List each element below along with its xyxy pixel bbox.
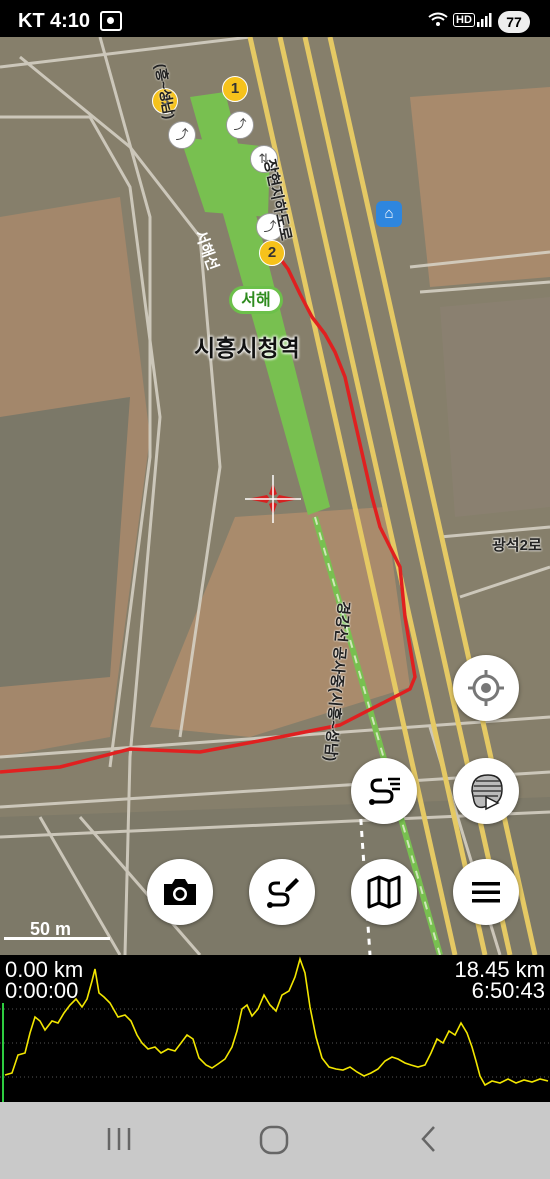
field-top-right (410, 87, 550, 287)
system-nav-bar (0, 1102, 550, 1179)
map-icon (367, 875, 401, 909)
crosshair-icon (468, 670, 504, 706)
camera-button[interactable] (147, 859, 213, 925)
exit-badge-1[interactable]: 1 (222, 76, 248, 102)
menu-icon (472, 882, 500, 903)
end-time: 6:50:43 (471, 978, 545, 1003)
route-list-icon (369, 777, 400, 805)
network-badge: HD (453, 13, 475, 27)
scale-bar: 50 m (4, 919, 112, 940)
elevation-profile[interactable]: 0.00 km 0:00:00 18.45 km 6:50:43 (0, 955, 550, 1102)
clock: 4:10 (50, 10, 91, 32)
menu-button[interactable] (453, 859, 519, 925)
bus-stop-icon[interactable]: ⌂ (376, 201, 402, 227)
map-view[interactable]: ⤴ ⤴ ⇅ ⤴ 1 2 3 ⌂ (흥~성남) 장현지하도로 서해선 서해 시흥시… (0, 37, 550, 955)
back-icon[interactable] (410, 1120, 450, 1160)
layers-button[interactable] (453, 758, 519, 824)
start-time: 0:00:00 (5, 978, 79, 1003)
wifi-icon (428, 12, 448, 33)
escalator-icon[interactable]: ⤴ (226, 111, 254, 139)
home-icon[interactable] (254, 1120, 294, 1160)
carrier-label: KT (18, 10, 45, 32)
scale-line (4, 937, 110, 940)
parking-lot (0, 397, 130, 687)
station-name[interactable]: 시흥시청역 (194, 329, 300, 363)
camera-icon (164, 879, 196, 905)
recent-apps-icon[interactable] (100, 1120, 140, 1160)
escalator-icon[interactable]: ⤴ (168, 121, 196, 149)
route-list-button[interactable] (351, 758, 417, 824)
draw-route-button[interactable] (249, 859, 315, 925)
map-button[interactable] (351, 859, 417, 925)
draw-route-icon (267, 878, 299, 908)
battery-icon: 77 (498, 11, 530, 33)
signal-icon (476, 12, 492, 33)
screen-record-icon (100, 11, 122, 31)
layers-icon (471, 774, 503, 811)
exit-badge-2[interactable]: 2 (259, 240, 285, 266)
line-badge[interactable]: 서해 (229, 286, 283, 314)
locate-button[interactable] (453, 655, 519, 721)
field-right (440, 297, 550, 517)
elevation-grid (0, 1008, 550, 1078)
map-label-gwangseok: 광석2로 (492, 537, 542, 554)
